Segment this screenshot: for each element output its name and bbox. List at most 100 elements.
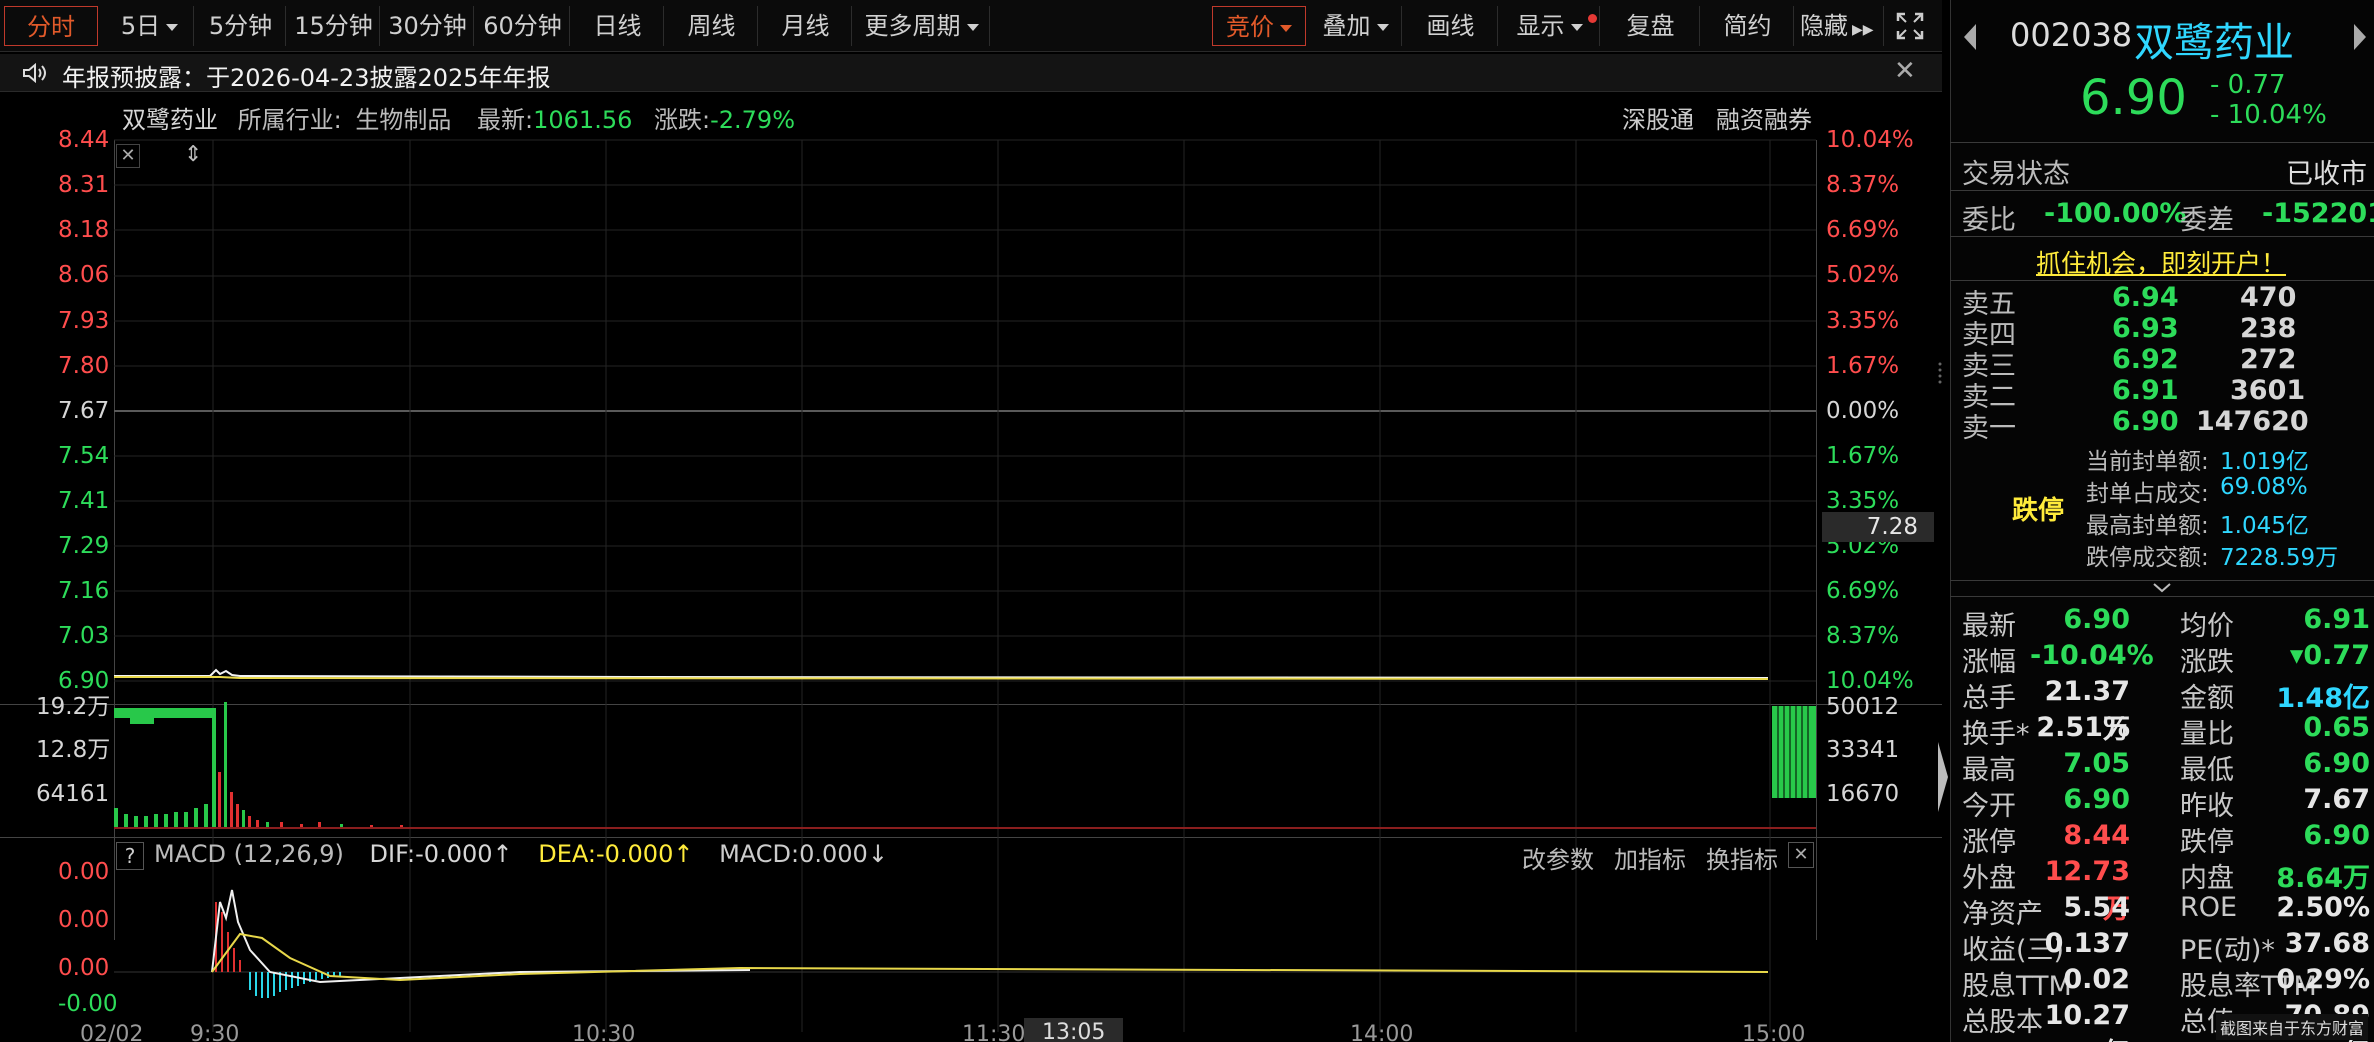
tab-more-periods[interactable]: 更多周期 [854, 6, 990, 46]
price-tick: 7.80 [58, 353, 110, 379]
time-tick: 11:30 [962, 1022, 1026, 1042]
tab-weekly[interactable]: 周线 [666, 6, 758, 46]
pct-tick: 10.04% [1826, 668, 1914, 694]
tab-5day[interactable]: 5日 [106, 6, 194, 46]
change-params-button[interactable]: 改参数 [1522, 840, 1594, 875]
pct-tick: 6.69% [1826, 217, 1900, 243]
limit-info-value: 7228.59万 [2220, 545, 2339, 571]
tab-label: 60分钟 [483, 12, 562, 40]
hide-button[interactable]: 隐藏 ▶▶ [1796, 6, 1884, 46]
drag-handle-icon[interactable]: ⇕ [184, 142, 202, 167]
auction-button[interactable]: 竞价 [1212, 6, 1306, 46]
tab-label: 15分钟 [294, 12, 373, 40]
cursor-price-tag: 7.28 [1822, 512, 1934, 542]
prev-stock-icon[interactable] [1960, 22, 1980, 52]
time-tick: 14:00 [1350, 1022, 1414, 1042]
quote-value: 8.44 [2063, 820, 2130, 851]
limit-info-value: 1.045亿 [2220, 513, 2309, 539]
quote-label: 金额 [2180, 683, 2234, 714]
pct-tick: 3.35% [1826, 488, 1900, 514]
overlay-button[interactable]: 叠加 [1310, 6, 1402, 46]
tab-30min[interactable]: 30分钟 [382, 6, 474, 46]
switch-indicator-button[interactable]: 换指标 [1706, 840, 1778, 875]
close-icon[interactable]: ✕ [116, 144, 140, 168]
volume-tick: 19.2万 [36, 694, 111, 720]
quote-label: 换手* [1962, 719, 2030, 750]
tab-monthly[interactable]: 月线 [760, 6, 852, 46]
quote-label: 跌停 [2180, 827, 2234, 858]
quote-value: 6.91 [2303, 604, 2370, 635]
quote-label: 涨幅 [1962, 647, 2016, 678]
quote-label: 均价 [2180, 611, 2234, 642]
trade-status-label: 交易状态 [1962, 159, 2070, 190]
ask-price[interactable]: 6.90 [2112, 406, 2179, 437]
tab-60min[interactable]: 60分钟 [476, 6, 570, 46]
time-tick: 02/02 [80, 1022, 144, 1042]
stock-code: 002038 [2010, 16, 2133, 54]
quote-label: 今开 [1962, 791, 2016, 822]
button-label: 叠加 [1322, 12, 1371, 40]
open-account-link[interactable]: 抓住机会，即刻开户！ [2036, 244, 2286, 280]
tab-daily[interactable]: 日线 [572, 6, 664, 46]
ask-price[interactable]: 6.92 [2112, 344, 2179, 375]
ask-price[interactable]: 6.91 [2112, 375, 2179, 406]
pct-tick: 1.67% [1826, 443, 1900, 469]
notice-text: 年报预披露：于2026-04-23披露2025年年报 [62, 64, 551, 92]
order-diff-value: -152201 [2262, 198, 2374, 229]
quote-label: 最新 [1962, 611, 2016, 642]
macd-tick: 0.00 [58, 907, 110, 933]
chevron-down-icon [166, 23, 179, 31]
quote-label: 昨收 [2180, 791, 2234, 822]
pct-tick: 3.35% [1826, 308, 1900, 334]
tab-label: 更多周期 [864, 12, 961, 40]
macd-tick: -0.00 [58, 991, 118, 1017]
cursor-time-tag: 13:05 [1024, 1018, 1124, 1042]
help-icon[interactable]: ? [116, 842, 144, 870]
quote-value: 5.54 [2063, 892, 2130, 923]
quote-value: 7.67 [2303, 784, 2370, 815]
quote-label: 最高 [1962, 755, 2016, 786]
button-label: 画线 [1426, 12, 1475, 40]
expand-right-icon: ▶▶ [1852, 22, 1874, 38]
tab-fenshi[interactable]: 分时 [4, 6, 98, 46]
ask-volume: 470 [2240, 282, 2297, 313]
price-tick: 7.54 [58, 443, 110, 469]
macd-name[interactable]: MACD (12,26,9) [154, 840, 344, 868]
volume-tick: 16670 [1826, 781, 1900, 807]
pct-tick: 0.00% [1826, 398, 1900, 424]
quote-label: 外盘 [1962, 863, 2016, 894]
ask-volume: 272 [2240, 344, 2297, 375]
quote-label: PE(动)* [2180, 935, 2275, 966]
close-icon[interactable]: ✕ [1894, 56, 1916, 86]
volume-tick: 64161 [36, 781, 110, 807]
chevron-down-icon[interactable] [2150, 582, 2174, 594]
macd-value: MACD:0.000↓ [719, 840, 888, 868]
quote-value: 0.65 [2303, 712, 2370, 743]
tab-label: 月线 [781, 12, 830, 40]
chevron-down-icon [966, 23, 979, 31]
collapse-panel-handle[interactable] [1936, 732, 1950, 822]
ask-volume: 238 [2240, 313, 2297, 344]
close-icon[interactable]: ✕ [1788, 842, 1814, 868]
draw-button[interactable]: 画线 [1404, 6, 1498, 46]
quote-label: 涨停 [1962, 827, 2016, 858]
splitter-handle[interactable] [1936, 360, 1944, 390]
display-button[interactable]: 显示 [1500, 6, 1600, 46]
replay-button[interactable]: 复盘 [1602, 6, 1700, 46]
button-label: 简约 [1723, 12, 1772, 40]
quote-value: 6.90 [2063, 784, 2130, 815]
ask-price[interactable]: 6.94 [2112, 282, 2179, 313]
chevron-down-icon [1280, 24, 1292, 32]
quote-value: 6.90 [2063, 604, 2130, 635]
quote-value: 1.48亿 [2276, 683, 2370, 714]
macd-tick: 0.00 [58, 955, 110, 981]
add-indicator-button[interactable]: 加指标 [1614, 840, 1686, 875]
tab-15min[interactable]: 15分钟 [288, 6, 380, 46]
button-label: 竞价 [1226, 13, 1274, 41]
ask-price[interactable]: 6.93 [2112, 313, 2179, 344]
time-tick: 15:00 [1742, 1022, 1806, 1042]
next-stock-icon[interactable] [2350, 22, 2370, 52]
fullscreen-button[interactable] [1888, 6, 1932, 46]
simple-button[interactable]: 简约 [1702, 6, 1794, 46]
tab-5min[interactable]: 5分钟 [196, 6, 286, 46]
